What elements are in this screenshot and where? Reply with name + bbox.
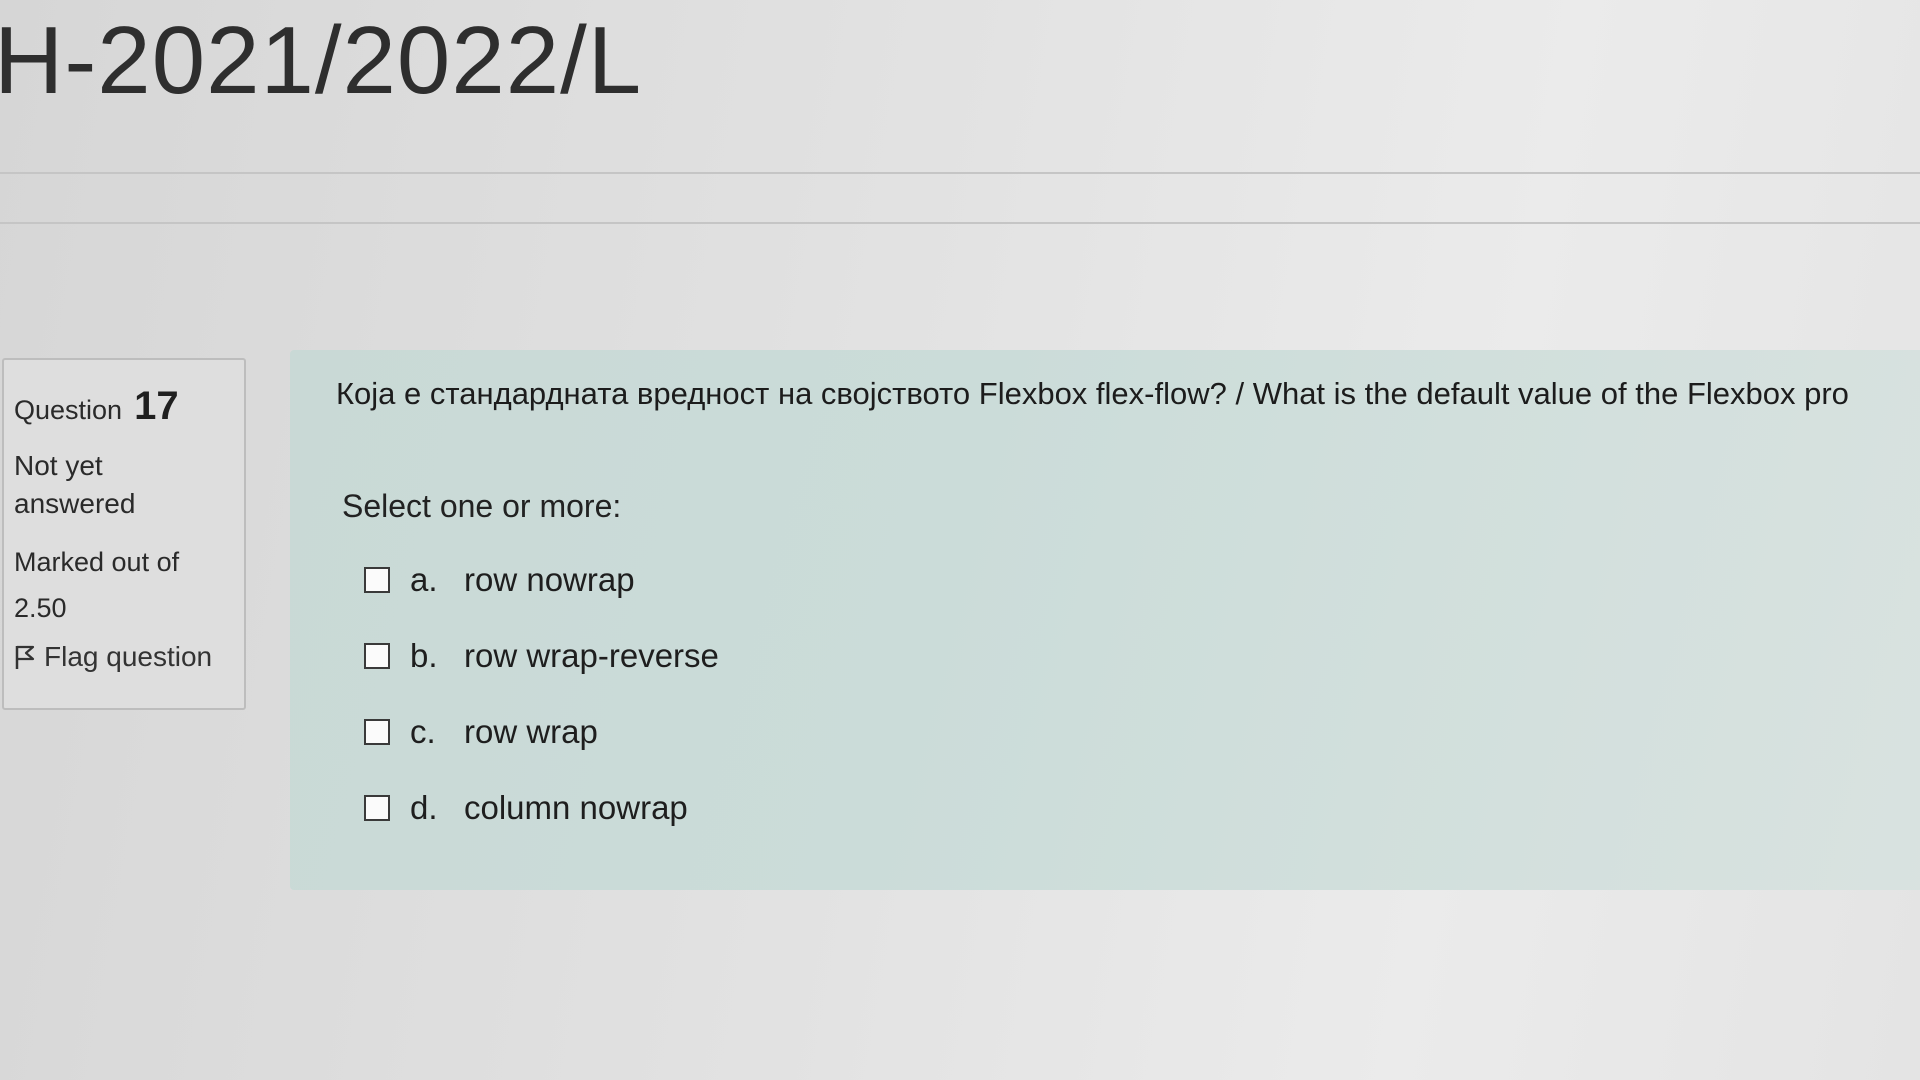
section-divider bbox=[0, 222, 1920, 224]
header-divider bbox=[0, 172, 1920, 174]
answer-list: a. row nowrap b. row wrap-reverse c. row… bbox=[364, 542, 719, 846]
answer-option-c[interactable]: c. row wrap bbox=[364, 694, 719, 770]
answer-letter: d. bbox=[410, 789, 438, 826]
question-info-panel: Question 17 Not yet answered Marked out … bbox=[2, 358, 246, 710]
checkbox-c[interactable] bbox=[364, 719, 390, 745]
answer-option-d[interactable]: d. column nowrap bbox=[364, 770, 719, 846]
answer-label: row wrap-reverse bbox=[464, 637, 719, 674]
flag-question-link[interactable]: Flag question bbox=[14, 641, 234, 673]
checkbox-b[interactable] bbox=[364, 643, 390, 669]
answer-label: column nowrap bbox=[464, 789, 688, 826]
question-number-row: Question 17 bbox=[14, 384, 234, 429]
answer-label: row nowrap bbox=[464, 561, 635, 598]
question-state: Not yet answered bbox=[14, 450, 136, 519]
checkbox-a[interactable] bbox=[364, 567, 390, 593]
flag-icon bbox=[14, 644, 36, 670]
flag-question-label: Flag question bbox=[44, 641, 213, 672]
course-title: H-2021/2022/L bbox=[0, 7, 643, 114]
checkbox-d[interactable] bbox=[364, 795, 390, 821]
answer-option-a[interactable]: a. row nowrap bbox=[364, 542, 719, 618]
answer-prompt: Select one or more: bbox=[342, 488, 622, 524]
marked-out-of-value: 2.50 bbox=[14, 593, 67, 623]
answer-option-b[interactable]: b. row wrap-reverse bbox=[364, 618, 719, 694]
marked-out-of-label: Marked out of bbox=[14, 547, 180, 577]
question-content: Која е стандардната вредност на својство… bbox=[290, 350, 1920, 890]
answer-letter: a. bbox=[410, 561, 438, 598]
answer-letter: c. bbox=[410, 713, 436, 750]
question-label: Question bbox=[14, 395, 123, 425]
answer-letter: b. bbox=[410, 637, 438, 674]
answer-label: row wrap bbox=[464, 713, 598, 750]
question-number: 17 bbox=[134, 384, 179, 428]
quiz-page: H-2021/2022/L Question 17 Not yet answer… bbox=[0, 0, 1920, 1080]
question-text: Која е стандардната вредност на својство… bbox=[336, 376, 1849, 411]
marked-out-of: Marked out of 2.50 bbox=[14, 539, 234, 631]
